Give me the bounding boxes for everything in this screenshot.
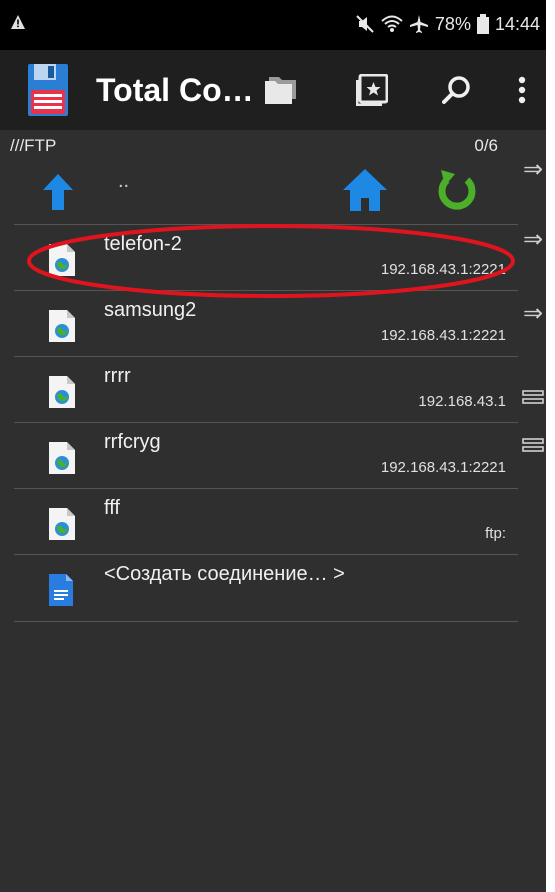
- parent-directory-label: ..: [118, 170, 130, 192]
- more-options-button[interactable]: [502, 66, 542, 114]
- ftp-connection-icon: [49, 442, 75, 474]
- equals-icon[interactable]: [520, 384, 546, 410]
- connection-address: 192.168.43.1:2221: [380, 261, 506, 278]
- path-bar: ///FTP 0/6: [0, 130, 510, 158]
- connection-name: rrfcryg: [104, 431, 161, 453]
- selection-count: 0/6: [474, 136, 498, 155]
- list-item[interactable]: fff ftp:: [14, 488, 518, 555]
- floppy-disk-icon[interactable]: [28, 64, 68, 116]
- equals-icon-shape: [522, 390, 544, 404]
- connection-address: 192.168.43.1:2221: [380, 459, 506, 476]
- connection-name: samsung2: [104, 299, 197, 321]
- current-path: ///FTP: [10, 136, 57, 155]
- equals-icon[interactable]: [520, 432, 546, 458]
- more-vert-icon: [518, 76, 526, 104]
- list-item[interactable]: samsung2 192.168.43.1:2221: [14, 290, 518, 357]
- list-item[interactable]: rrrr 192.168.43.1: [14, 356, 518, 423]
- app-screen: 78% 14:44 Total Co… ///FTP 0/6 .. telefo…: [0, 0, 546, 892]
- folders-button[interactable]: [257, 66, 305, 114]
- clock: 14:44: [494, 13, 540, 34]
- parent-directory-row[interactable]: ..: [0, 158, 510, 224]
- connection-name: fff: [104, 497, 120, 519]
- status-icons: 78% 14:44: [355, 12, 540, 36]
- list-item[interactable]: telefon-2 192.168.43.1:2221: [14, 224, 518, 291]
- search-button[interactable]: [433, 66, 481, 114]
- battery-percent: 78%: [434, 13, 471, 34]
- ftp-connection-icon: [49, 376, 75, 408]
- arrow-up-icon: [43, 174, 73, 210]
- home-icon[interactable]: [342, 168, 388, 212]
- connection-name: telefon-2: [104, 233, 182, 255]
- refresh-icon[interactable]: [437, 166, 477, 212]
- mute-icon: [356, 15, 374, 33]
- status-bar: 78% 14:44: [0, 0, 546, 50]
- connection-address: ftp:: [485, 525, 506, 542]
- create-connection-label: <Создать соединение… >: [104, 563, 345, 585]
- ftp-connection-icon: [49, 310, 75, 342]
- list-item[interactable]: rrfcryg 192.168.43.1:2221: [14, 422, 518, 489]
- connection-address: 192.168.43.1:2221: [380, 327, 506, 344]
- new-document-icon: [49, 574, 73, 606]
- bookmarks-icon: [356, 74, 388, 106]
- folders-icon: [265, 77, 296, 104]
- search-icon: [442, 76, 470, 104]
- airplane-icon: [409, 15, 428, 33]
- arrow-right-icon[interactable]: ⇒: [520, 226, 546, 253]
- ftp-connection-icon: [49, 244, 75, 276]
- equals-icon-shape: [522, 438, 544, 452]
- arrow-right-icon[interactable]: ⇒: [520, 156, 546, 183]
- connection-address: 192.168.43.1: [418, 393, 506, 410]
- toolbar: Total Co…: [0, 50, 546, 130]
- warning-icon: [11, 15, 25, 29]
- app-title: Total Co…: [96, 72, 254, 108]
- connection-name: rrrr: [104, 365, 131, 387]
- arrow-right-icon[interactable]: ⇒: [520, 300, 546, 327]
- battery-icon: [476, 14, 489, 34]
- create-connection-row[interactable]: <Создать соединение… >: [14, 554, 518, 622]
- wifi-icon: [381, 15, 403, 32]
- bookmarks-button[interactable]: [348, 66, 396, 114]
- ftp-connection-icon: [49, 508, 75, 540]
